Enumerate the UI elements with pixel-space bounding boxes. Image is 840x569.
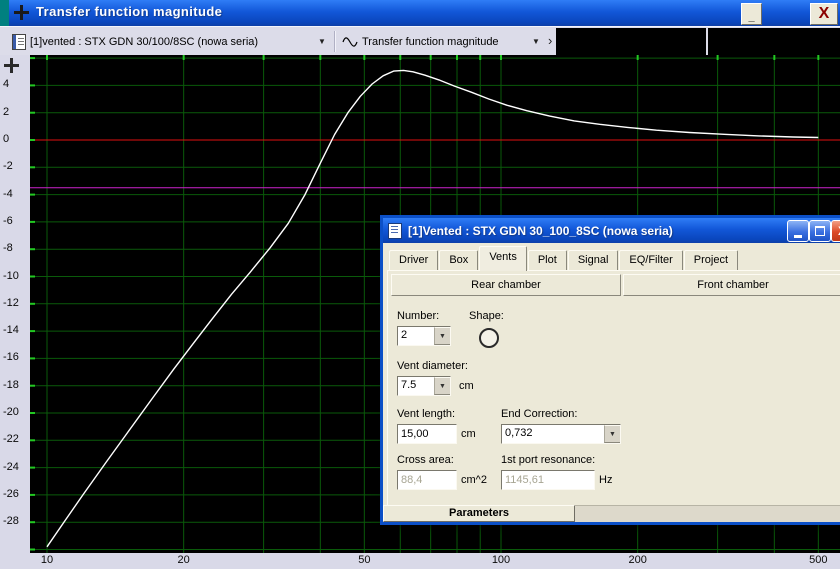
plot-type-selector[interactable]: Transfer function magnitude: [362, 36, 499, 48]
tab-box[interactable]: Box: [439, 250, 479, 270]
y-tick-label: -12: [3, 296, 19, 309]
parameters-section-button[interactable]: Parameters: [383, 505, 575, 522]
dialog-minimize-button[interactable]: [787, 220, 809, 242]
y-tick-label: -14: [3, 324, 19, 337]
dialog-maximize-button[interactable]: [809, 220, 831, 242]
port-resonance-label: 1st port resonance:: [501, 454, 596, 466]
tab-plot[interactable]: Plot: [527, 250, 567, 270]
pan-cross-icon[interactable]: [4, 58, 19, 73]
round-shape-icon[interactable]: [479, 328, 499, 348]
end-correction-label: End Correction:: [501, 408, 578, 420]
dialog-tabs: Driver Box Vents Plot Signal EQ/Filter P…: [389, 246, 739, 271]
app-window: Transfer function magnitude _ X [1]vente…: [0, 0, 840, 569]
number-combobox[interactable]: 2 ▼: [397, 326, 451, 346]
x-tick-label: 20: [177, 554, 190, 566]
toolbar-blank-panel-1: [556, 28, 706, 55]
y-tick-label: -20: [3, 406, 19, 418]
y-axis-labels: 4 2 0 -2 -4 -6 -8 -10 -12 -14 -16 -18 -20 -22 -24 -26 -2…: [0, 55, 30, 553]
x-tick-label: 50: [358, 554, 371, 566]
y-tick-label: 2: [3, 105, 10, 118]
tab-driver[interactable]: Driver: [389, 250, 439, 270]
vent-length-unit: cm: [461, 428, 476, 440]
vent-diameter-value[interactable]: 7.5: [398, 377, 434, 395]
dialog-close-button[interactable]: X: [831, 220, 840, 242]
vent-diameter-dropdown-icon[interactable]: ▼: [434, 377, 450, 395]
dialog-title: [1]Vented : STX GDN 30_100_8SC (nowa ser…: [408, 223, 673, 238]
toolbar-divider: [334, 31, 335, 52]
y-tick-label: -4: [3, 187, 13, 200]
y-tick-label: 4: [3, 78, 10, 91]
y-tick-label: -24: [3, 460, 19, 473]
x-tick-label: 100: [491, 554, 511, 566]
project-dropdown-icon[interactable]: ▼: [318, 37, 326, 46]
desktop-corner: [0, 0, 9, 26]
rear-chamber-button[interactable]: Rear chamber: [391, 274, 621, 296]
dialog-icon: [388, 222, 402, 239]
y-tick-label: -28: [3, 515, 19, 528]
y-tick-label: -22: [3, 433, 19, 446]
port-resonance-unit: Hz: [599, 474, 613, 486]
tab-eq-filter[interactable]: EQ/Filter: [619, 250, 683, 270]
sine-wave-icon: [342, 36, 358, 51]
vent-diameter-combobox[interactable]: 7.5 ▼: [397, 376, 451, 396]
y-tick-label: 0: [3, 133, 10, 145]
front-chamber-button[interactable]: Front chamber: [623, 274, 840, 296]
number-label: Number:: [397, 310, 440, 322]
end-correction-dropdown-icon[interactable]: ▼: [604, 425, 620, 443]
y-tick-label: -26: [3, 487, 19, 500]
cross-area-readout: [397, 470, 457, 490]
tab-vents[interactable]: Vents: [479, 246, 527, 271]
plot-dropdown-icon[interactable]: ▼: [532, 37, 540, 46]
cross-area-label: Cross area:: [397, 454, 454, 466]
window-titlebar[interactable]: Transfer function magnitude _ X: [0, 0, 840, 26]
y-tick-label: -16: [3, 351, 19, 364]
parameters-strip: [575, 505, 840, 522]
x-axis-labels: 10 20 50 100 200 500: [0, 553, 840, 569]
minimize-button[interactable]: _: [741, 3, 762, 25]
shape-label: Shape:: [469, 310, 504, 322]
toolbar-blank-panel-2: [708, 28, 840, 55]
number-value[interactable]: 2: [398, 327, 434, 345]
x-tick-label: 500: [809, 554, 828, 566]
move-cross-icon: [14, 5, 29, 20]
end-correction-value[interactable]: 0,732: [502, 425, 604, 443]
y-tick-label: -8: [3, 242, 13, 255]
dialog-titlebar[interactable]: [1]Vented : STX GDN 30_100_8SC (nowa ser…: [383, 218, 840, 243]
y-tick-label: -6: [3, 214, 13, 227]
toolbar: [1]vented : STX GDN 30/100/8SC (nowa ser…: [0, 26, 840, 56]
y-tick-label: -2: [3, 160, 13, 173]
window-title: Transfer function magnitude: [36, 4, 223, 19]
vents-dialog: [1]Vented : STX GDN 30_100_8SC (nowa ser…: [380, 215, 840, 525]
vent-length-label: Vent length:: [397, 408, 456, 420]
port-resonance-readout: [501, 470, 595, 490]
project-selector[interactable]: [1]vented : STX GDN 30/100/8SC (nowa ser…: [30, 36, 258, 48]
maximize-icon: [815, 226, 825, 236]
minimize-icon: [794, 234, 802, 238]
vent-diameter-unit: cm: [459, 380, 474, 392]
close-button[interactable]: X: [810, 3, 838, 25]
project-list-icon: [12, 34, 26, 50]
vent-diameter-label: Vent diameter:: [397, 360, 468, 372]
y-tick-label: -18: [3, 378, 19, 391]
overflow-chevron-icon[interactable]: ›: [548, 33, 552, 48]
x-tick-label: 200: [628, 554, 647, 566]
y-tick-label: -10: [3, 269, 19, 282]
cross-area-unit: cm^2: [461, 474, 487, 486]
x-tick-label: 10: [40, 554, 54, 566]
vent-length-input[interactable]: [397, 424, 457, 444]
number-dropdown-icon[interactable]: ▼: [434, 327, 450, 345]
tab-signal[interactable]: Signal: [567, 250, 619, 270]
end-correction-combobox[interactable]: 0,732 ▼: [501, 424, 621, 444]
tab-project[interactable]: Project: [683, 250, 739, 270]
